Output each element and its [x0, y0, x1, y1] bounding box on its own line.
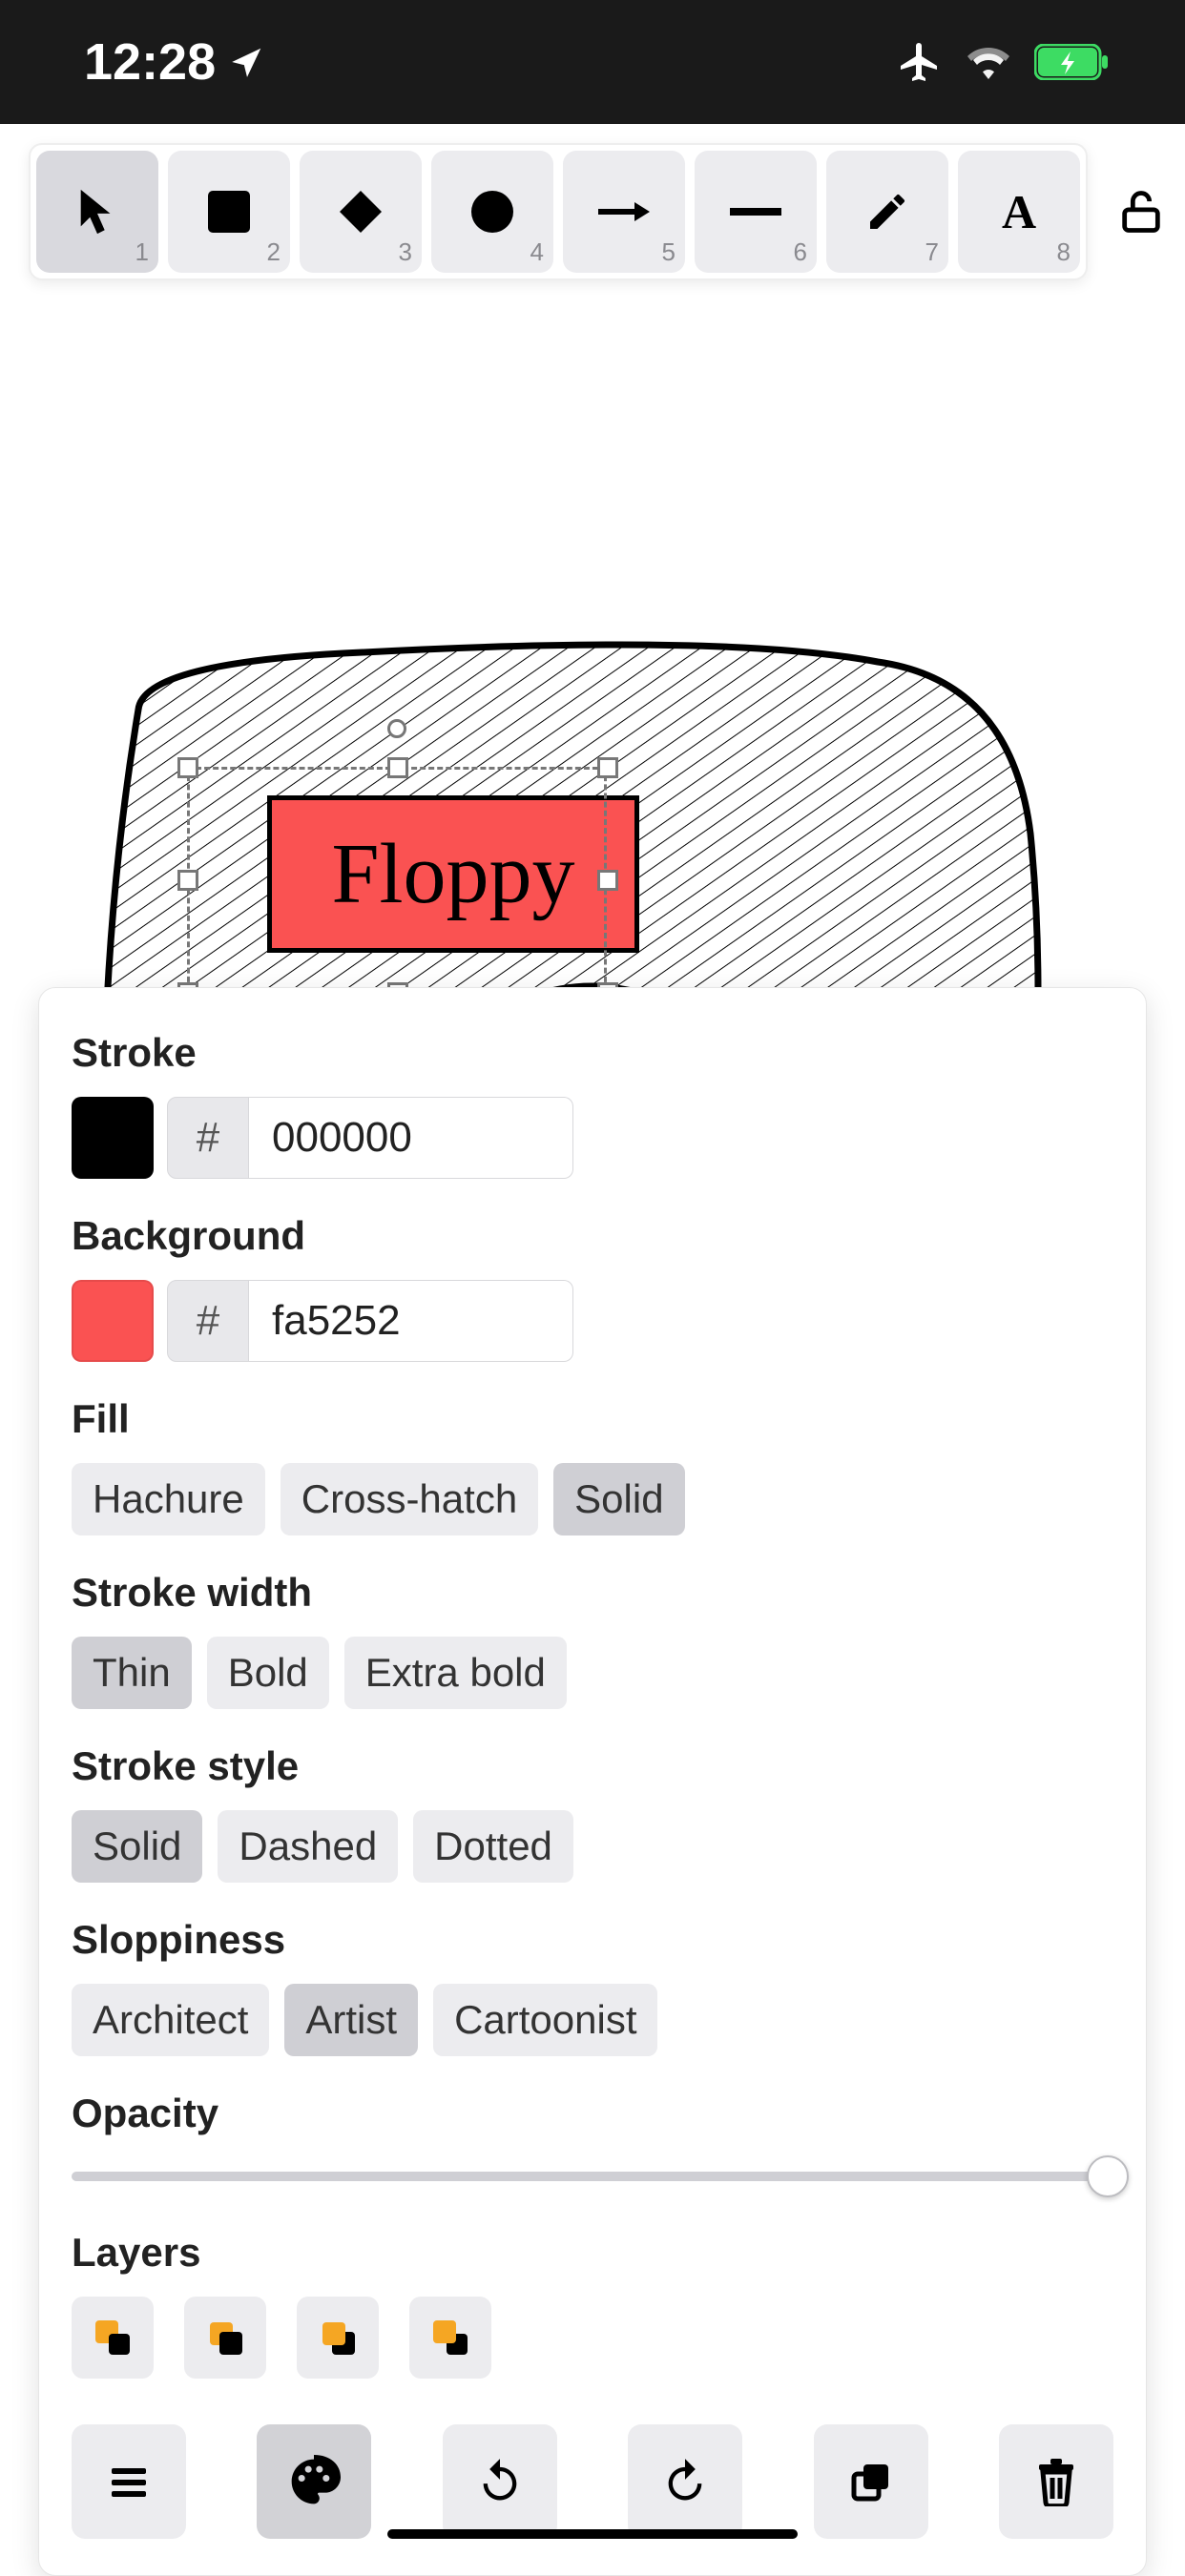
palette-button[interactable]: [257, 2424, 371, 2539]
resize-handle-w[interactable]: [177, 870, 198, 891]
tool-number: 6: [794, 237, 807, 267]
fill-option-hachure[interactable]: Hachure: [72, 1463, 265, 1535]
resize-handle-n[interactable]: [387, 757, 408, 778]
wifi-icon: [966, 44, 1011, 80]
layer-bring-to-front[interactable]: [409, 2297, 491, 2379]
menu-icon: [106, 2459, 152, 2504]
redo-icon: [660, 2457, 710, 2506]
rotate-handle[interactable]: [387, 719, 406, 738]
stroke-style-solid[interactable]: Solid: [72, 1810, 202, 1883]
layer-bring-forward[interactable]: [297, 2297, 379, 2379]
bring-forward-icon: [315, 2315, 361, 2360]
resize-handle-ne[interactable]: [597, 757, 618, 778]
duplicate-icon: [848, 2459, 894, 2504]
tool-number: 8: [1057, 237, 1071, 267]
tool-number: 5: [662, 237, 676, 267]
stroke-style-label: Stroke style: [72, 1743, 1113, 1789]
fill-label: Fill: [72, 1396, 1113, 1442]
stroke-width-label: Stroke width: [72, 1570, 1113, 1616]
send-backward-icon: [202, 2315, 248, 2360]
stroke-width-thin[interactable]: Thin: [72, 1637, 192, 1709]
tool-ellipse[interactable]: 4: [431, 151, 553, 273]
undo-icon: [475, 2457, 525, 2506]
palette-icon: [287, 2455, 341, 2508]
stroke-style-dashed[interactable]: Dashed: [218, 1810, 398, 1883]
tool-number: 4: [530, 237, 544, 267]
resize-handle-e[interactable]: [597, 870, 618, 891]
stroke-style-options: Solid Dashed Dotted: [72, 1810, 1113, 1883]
redo-button[interactable]: [628, 2424, 742, 2539]
tool-number: 1: [135, 237, 149, 267]
layer-send-backward[interactable]: [184, 2297, 266, 2379]
sloppiness-artist[interactable]: Artist: [284, 1984, 418, 2056]
sloppiness-options: Architect Artist Cartoonist: [72, 1984, 1113, 2056]
stroke-width-extrabold[interactable]: Extra bold: [344, 1637, 567, 1709]
hash-prefix: #: [167, 1280, 249, 1362]
send-to-back-icon: [90, 2315, 135, 2360]
airplane-icon: [897, 39, 943, 85]
resize-handle-nw[interactable]: [177, 757, 198, 778]
sloppiness-label: Sloppiness: [72, 1917, 1113, 1963]
undo-button[interactable]: [443, 2424, 557, 2539]
battery-charging-icon: [1034, 44, 1109, 80]
tool-arrow[interactable]: 5: [563, 151, 685, 273]
background-label: Background: [72, 1213, 1113, 1259]
fill-option-crosshatch[interactable]: Cross-hatch: [281, 1463, 538, 1535]
tool-number: 3: [399, 237, 412, 267]
fill-option-solid[interactable]: Solid: [553, 1463, 684, 1535]
background-swatch[interactable]: [72, 1280, 154, 1362]
tool-number: 2: [267, 237, 281, 267]
hash-prefix: #: [167, 1097, 249, 1179]
properties-panel: Stroke # Background # Fill Hachure Cross…: [38, 987, 1147, 2576]
selection-box: [187, 767, 607, 991]
location-icon: [229, 44, 265, 80]
tool-text[interactable]: A 8: [958, 151, 1080, 273]
fill-options: Hachure Cross-hatch Solid: [72, 1463, 1113, 1535]
opacity-slider-thumb[interactable]: [1087, 2155, 1129, 2197]
status-bar: 12:28: [0, 0, 1185, 124]
sloppiness-architect[interactable]: Architect: [72, 1984, 269, 2056]
tool-rectangle[interactable]: 2: [168, 151, 290, 273]
stroke-hex-input[interactable]: [249, 1097, 573, 1179]
tool-toolbar: 1 2 3 4 5 6 7 A 8: [29, 143, 1088, 280]
layers-label: Layers: [72, 2230, 1113, 2276]
lock-toggle[interactable]: [1116, 183, 1166, 240]
unlock-icon: [1116, 187, 1166, 237]
bring-to-front-icon: [427, 2315, 473, 2360]
tool-draw[interactable]: 7: [826, 151, 948, 273]
stroke-label: Stroke: [72, 1030, 1113, 1076]
tool-line[interactable]: 6: [695, 151, 817, 273]
trash-icon: [1033, 2457, 1079, 2506]
stroke-width-options: Thin Bold Extra bold: [72, 1637, 1113, 1709]
stroke-width-bold[interactable]: Bold: [207, 1637, 329, 1709]
sloppiness-cartoonist[interactable]: Cartoonist: [433, 1984, 657, 2056]
duplicate-button[interactable]: [814, 2424, 928, 2539]
background-hex-input[interactable]: [249, 1280, 573, 1362]
stroke-swatch[interactable]: [72, 1097, 154, 1179]
tool-selection[interactable]: 1: [36, 151, 158, 273]
status-time: 12:28: [84, 32, 216, 92]
opacity-label: Opacity: [72, 2091, 1113, 2136]
tool-diamond[interactable]: 3: [300, 151, 422, 273]
home-indicator[interactable]: [387, 2529, 798, 2539]
tool-number: 7: [925, 237, 939, 267]
delete-button[interactable]: [999, 2424, 1113, 2539]
layer-send-to-back[interactable]: [72, 2297, 154, 2379]
stroke-style-dotted[interactable]: Dotted: [413, 1810, 573, 1883]
opacity-slider[interactable]: [72, 2157, 1113, 2195]
menu-button[interactable]: [72, 2424, 186, 2539]
